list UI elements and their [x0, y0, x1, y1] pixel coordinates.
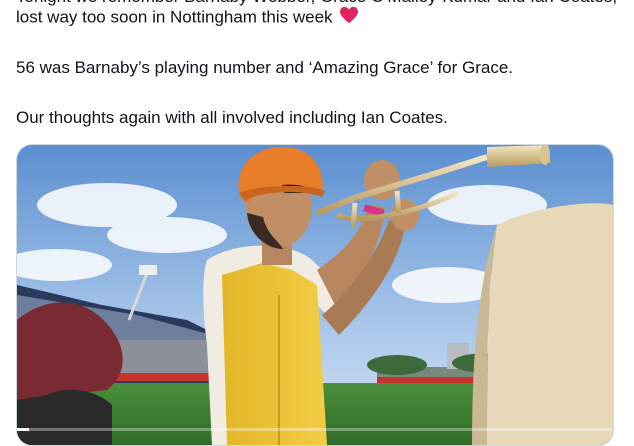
tweet-text-line-4: Our thoughts again with all involved inc…: [16, 108, 448, 127]
spectator-left: [17, 302, 123, 445]
tweet-text-line-2: lost way too soon in Nottingham this wee…: [16, 6, 359, 30]
video-frame: [17, 145, 613, 445]
tweet-video[interactable]: [16, 144, 614, 446]
spectator-right: [472, 203, 613, 445]
tweet-text-line-2-content: lost way too soon in Nottingham this wee…: [16, 7, 333, 27]
tweet-text-line-3: 56 was Barnaby’s playing number and ‘Ama…: [16, 58, 514, 77]
red-heart-icon: [339, 6, 359, 30]
